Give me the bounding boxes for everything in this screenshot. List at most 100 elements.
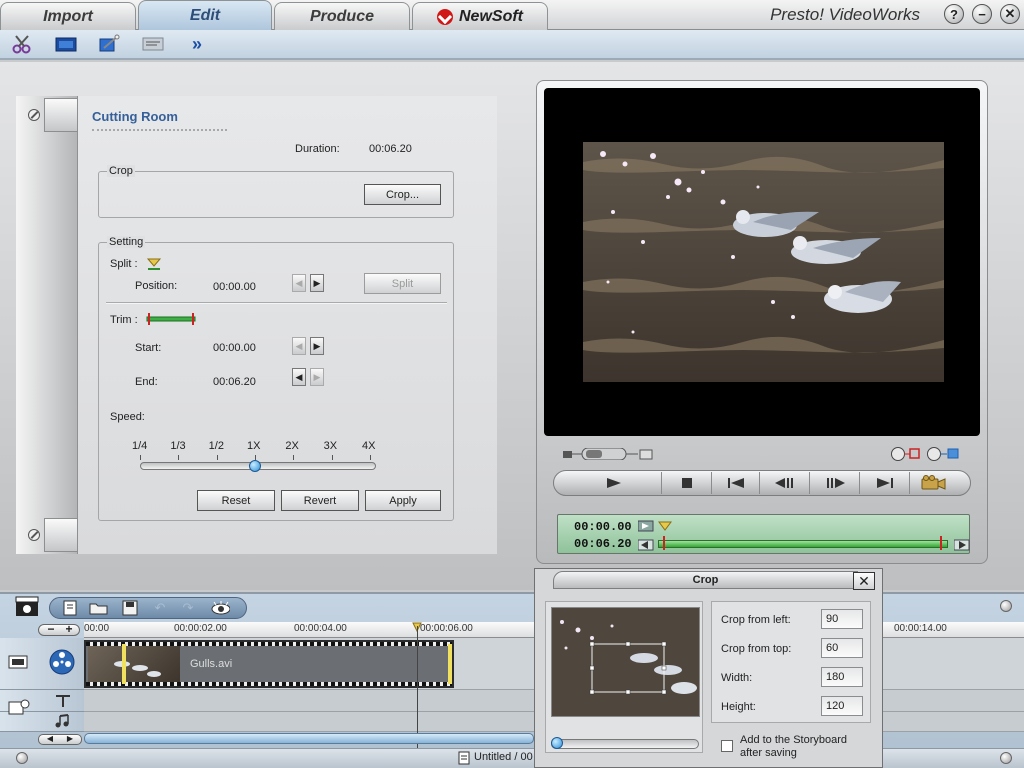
project-status: Untitled / 00 — [474, 751, 533, 763]
trim-start-marker[interactable] — [663, 536, 665, 550]
width-label: Width: — [721, 672, 753, 684]
go-to-end-button[interactable] — [860, 472, 910, 494]
split-marker-icon — [146, 257, 162, 271]
speed-tick-mark — [178, 455, 180, 460]
panel-pin-icon[interactable] — [28, 109, 40, 121]
add-to-storyboard-label: Add to the Storyboard — [740, 734, 848, 746]
timeline-clip[interactable]: Gulls.avi — [84, 640, 454, 688]
speed-tick-label: 2X — [285, 440, 299, 452]
app-title: Presto! VideoWorks — [770, 5, 920, 24]
reset-button[interactable]: Reset — [197, 490, 275, 511]
trim-range-bar[interactable] — [658, 540, 948, 548]
ruler-label: 00:00:06.00 — [420, 623, 473, 634]
scroll-right-button[interactable]: ▶ — [64, 733, 76, 745]
preview-eye-icon[interactable] — [210, 599, 230, 617]
zoom-out-button[interactable]: − — [44, 623, 58, 637]
timeline-pin-icon[interactable] — [1000, 600, 1012, 612]
position-prev-button[interactable]: ◀ — [292, 274, 306, 292]
speed-tick-mark — [293, 455, 295, 460]
end-label: End: — [135, 376, 158, 388]
timeline-scrollbar[interactable] — [84, 733, 534, 744]
text-track-icon — [54, 694, 72, 708]
tab-import[interactable]: Import — [0, 2, 136, 30]
end-prev-button[interactable]: ◀ — [292, 368, 306, 386]
mark-in-icon[interactable] — [637, 539, 654, 551]
ruler-label: 00:00 — [84, 623, 110, 634]
position-marker-icon[interactable] — [658, 521, 672, 531]
clip-trim-handle[interactable] — [448, 644, 452, 684]
crop-preview-slider[interactable] — [551, 739, 699, 749]
redo-icon[interactable]: ↷ — [178, 599, 198, 617]
end-next-button[interactable]: ▶ — [310, 368, 324, 386]
camera-capture-icon[interactable] — [910, 472, 956, 494]
crop-top-field[interactable]: 60 — [821, 638, 863, 658]
scissors-icon[interactable] — [12, 34, 34, 54]
minimize-button[interactable]: − — [972, 4, 992, 24]
height-label: Height: — [721, 701, 756, 713]
help-button[interactable]: ? — [944, 4, 964, 24]
video-track-icon — [8, 655, 28, 669]
crop-dialog: Crop ✕ Crop from left: 90 Crop from top:… — [534, 568, 883, 768]
crop-preview[interactable] — [551, 607, 700, 717]
speed-tick-mark — [140, 455, 141, 460]
close-button[interactable]: ✕ — [1000, 4, 1020, 24]
position-next-button[interactable]: ▶ — [310, 274, 324, 292]
trim-end-marker[interactable] — [940, 536, 942, 550]
start-value: 00:00.00 — [213, 342, 256, 354]
start-next-button[interactable]: ▶ — [310, 337, 324, 355]
save-icon[interactable] — [120, 599, 140, 617]
crop-left-label: Crop from left: — [721, 614, 791, 626]
next-frame-button[interactable] — [810, 472, 860, 494]
crop-preview-slider-thumb[interactable] — [551, 737, 563, 749]
speed-tick-label: 1/3 — [170, 440, 186, 452]
panel-pin-icon[interactable] — [28, 529, 40, 541]
speed-tick-label: 4X — [362, 440, 376, 452]
trim-range-icon — [146, 312, 196, 326]
go-to-start-button[interactable] — [712, 472, 760, 494]
clip-trim-handle[interactable] — [122, 644, 126, 684]
start-label: Start: — [135, 342, 162, 354]
ruler-label: 00:00:14.00 — [894, 623, 947, 634]
scroll-left-button[interactable]: ◀ — [44, 733, 56, 745]
tab-produce[interactable]: Produce — [274, 2, 410, 30]
text-title-icon[interactable] — [142, 34, 164, 54]
previous-frame-button[interactable] — [760, 472, 810, 494]
more-tools-icon[interactable]: » — [186, 34, 208, 54]
cutting-room-panel: Cutting Room Duration: 00:06.20 Crop Cro… — [16, 96, 497, 615]
clip-thumbnail — [88, 646, 180, 682]
crop-dialog-close-button[interactable]: ✕ — [853, 572, 875, 590]
stop-button[interactable] — [662, 472, 712, 494]
speed-label: Speed: — [110, 411, 145, 423]
speed-slider-thumb[interactable] — [249, 460, 261, 472]
zoom-in-button[interactable]: + — [62, 623, 76, 637]
start-prev-button[interactable]: ◀ — [292, 337, 306, 355]
speed-tick-label: 1X — [247, 440, 261, 452]
tab-newsoft[interactable]: NewSoft — [412, 2, 548, 30]
film-frame-icon[interactable] — [55, 34, 77, 54]
duration-label: Duration: — [295, 143, 340, 155]
new-project-icon[interactable] — [60, 599, 80, 617]
width-field[interactable]: 180 — [821, 667, 863, 687]
split-label: Split : — [110, 258, 138, 270]
open-folder-icon[interactable] — [89, 599, 109, 617]
view-mode-slider[interactable] — [562, 447, 654, 461]
tab-edit[interactable]: Edit — [138, 0, 272, 30]
add-to-storyboard-checkbox[interactable] — [721, 740, 733, 752]
crop-left-field[interactable]: 90 — [821, 609, 863, 629]
effects-wand-icon[interactable] — [98, 34, 120, 54]
end-value: 00:06.20 — [213, 376, 256, 388]
apply-button[interactable]: Apply — [365, 490, 441, 511]
crop-button[interactable]: Crop... — [364, 184, 441, 205]
play-button[interactable] — [566, 472, 662, 494]
preview-video-frame — [583, 142, 944, 382]
mark-out-icon[interactable] — [953, 539, 970, 551]
undo-icon[interactable]: ↶ — [150, 599, 170, 617]
height-field[interactable]: 120 — [821, 696, 863, 716]
split-button[interactable]: Split — [364, 273, 441, 294]
output-toggle-icon[interactable] — [890, 446, 962, 462]
revert-button[interactable]: Revert — [281, 490, 359, 511]
trim-label: Trim : — [110, 314, 138, 326]
time-mode-icon[interactable] — [637, 520, 654, 532]
duration-value: 00:06.20 — [369, 143, 412, 155]
storyboard-icon[interactable] — [14, 596, 40, 618]
